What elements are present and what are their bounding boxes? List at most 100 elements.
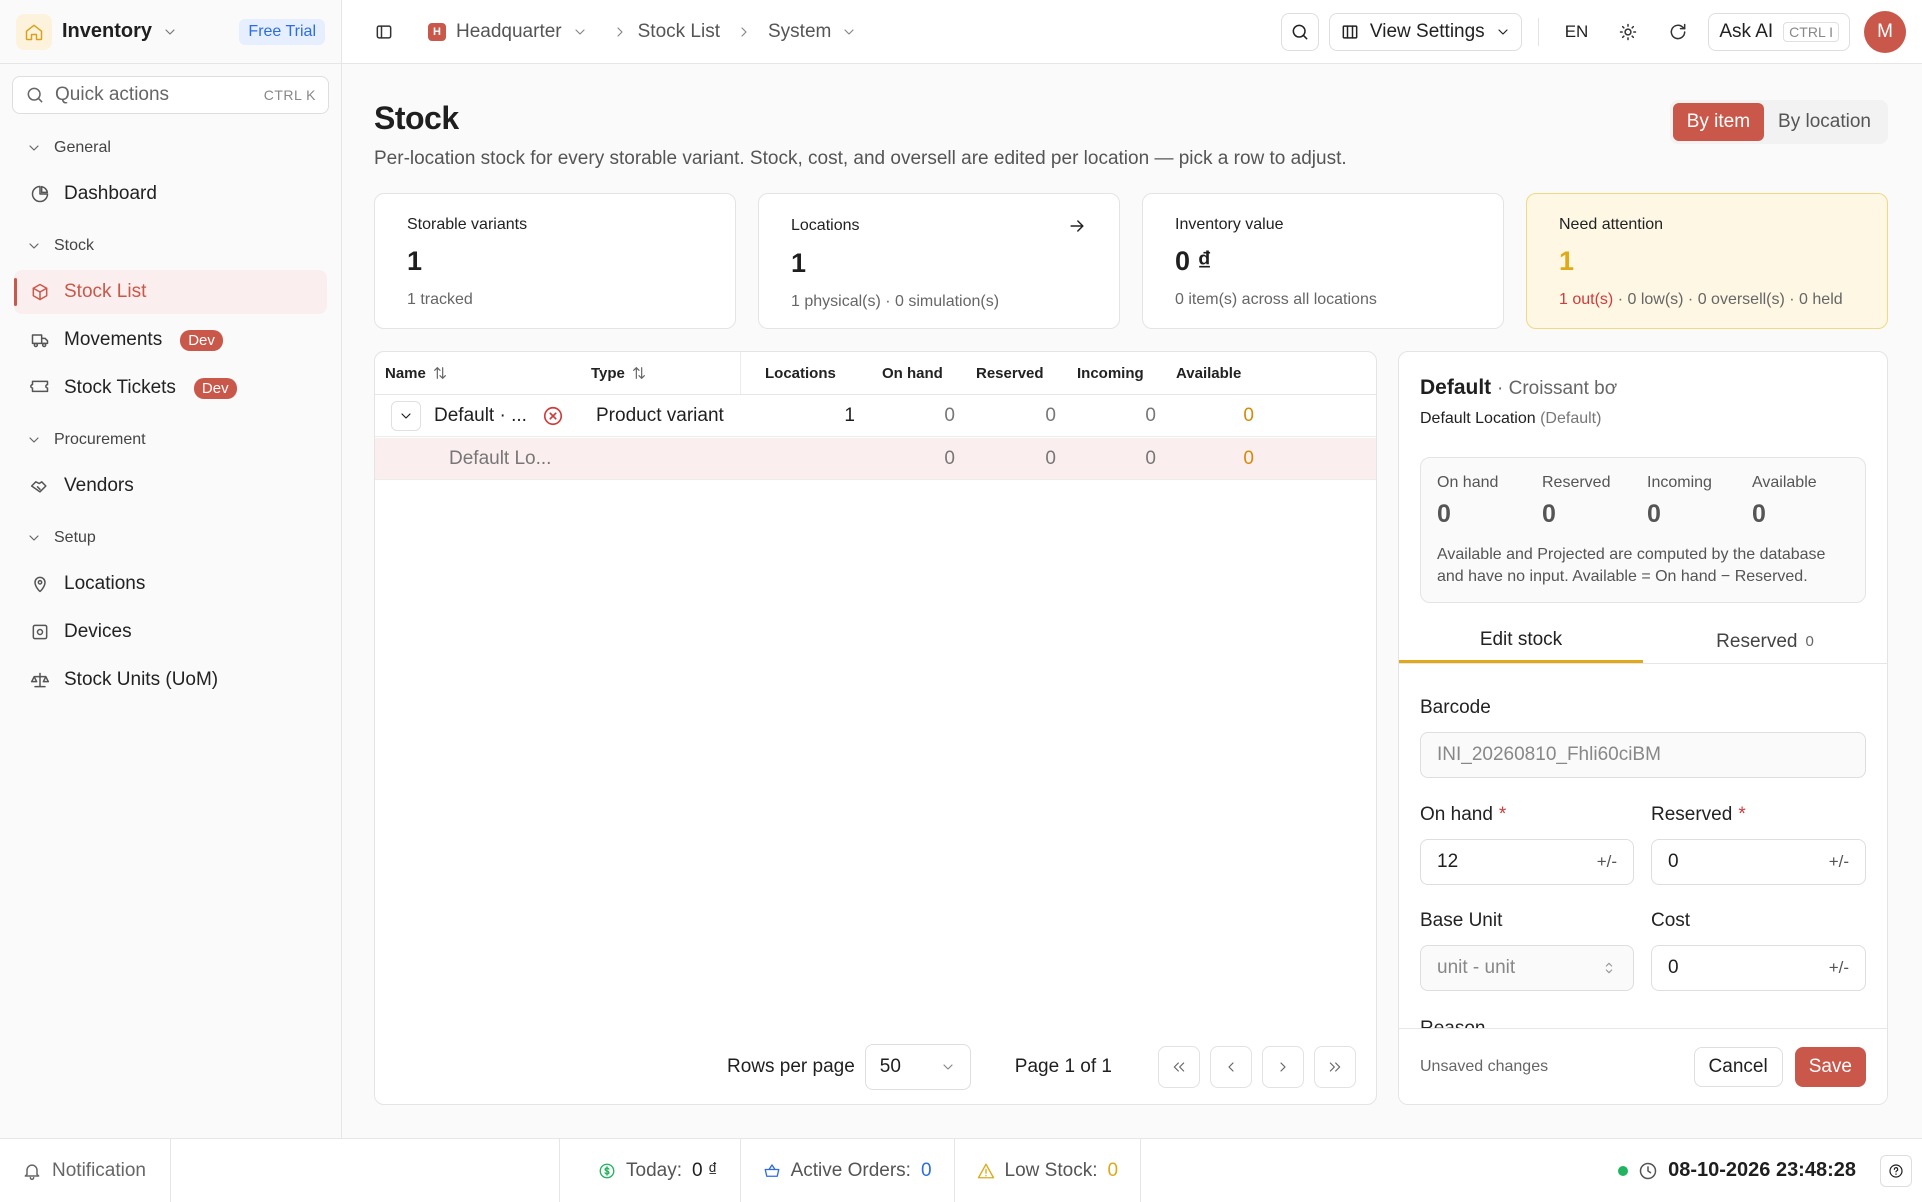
card-value: 1	[407, 246, 423, 276]
by-location-button[interactable]: By location	[1764, 103, 1885, 141]
sidebar-item-stock-list[interactable]: Stock List	[14, 270, 327, 314]
breadcrumb-headquarter[interactable]: Headquarter	[456, 21, 562, 43]
cell-reserved: 0	[1045, 405, 1056, 426]
ask-ai-label: Ask AI	[1719, 20, 1774, 42]
dev-badge: Dev	[193, 377, 237, 399]
card-label: Inventory value	[1175, 216, 1284, 233]
cost-value: 0	[1668, 957, 1679, 978]
sidebar-item-label: Devices	[64, 621, 132, 642]
next-page-button[interactable]	[1262, 1046, 1304, 1088]
card-label: Storable variants	[407, 216, 528, 233]
low-stock[interactable]: Low Stock: 0	[955, 1138, 1142, 1202]
group-label: General	[54, 139, 111, 156]
cancel-button[interactable]: Cancel	[1693, 1046, 1783, 1087]
help-icon	[1889, 1163, 1903, 1178]
notification-button[interactable]: Notification	[0, 1138, 171, 1202]
expand-row-button[interactable]	[391, 401, 421, 431]
card-value: 1	[1559, 246, 1575, 276]
tab-edit-stock[interactable]: Edit stock	[1399, 620, 1643, 663]
base-unit-select[interactable]: unit - unit	[1420, 945, 1634, 991]
sidebar-item-dashboard[interactable]: Dashboard	[14, 172, 327, 216]
sidebar-item-stock-units[interactable]: Stock Units (UoM)	[14, 658, 327, 702]
search-icon	[27, 87, 43, 103]
column-divider	[740, 352, 741, 394]
sidebar-item-movements[interactable]: Movements Dev	[14, 318, 327, 362]
col-header-incoming: Incoming	[1077, 364, 1144, 382]
free-trial-badge[interactable]: Free Trial	[239, 18, 325, 45]
group-label: Procurement	[54, 431, 146, 448]
search-button[interactable]	[1280, 12, 1319, 51]
quick-actions-shortcut: CTRL K	[263, 87, 316, 103]
chevron-down-icon[interactable]	[572, 24, 588, 40]
card-locations[interactable]: Locations 1 1 physical(s) · 0 simulation…	[758, 193, 1120, 329]
dev-badge: Dev	[180, 329, 223, 351]
col-header-name[interactable]: Name	[385, 352, 448, 394]
sidebar-item-label: Dashboard	[64, 183, 157, 204]
refresh-button[interactable]	[1658, 13, 1698, 51]
active-orders[interactable]: Active Orders: 0	[741, 1138, 955, 1202]
brand-switcher[interactable]: Inventory Free Trial	[0, 0, 341, 64]
sidebar-item-devices[interactable]: Devices	[14, 610, 327, 654]
avatar[interactable]: M	[1864, 10, 1906, 53]
view-settings-button[interactable]: View Settings	[1328, 12, 1522, 51]
col-header-type[interactable]: Type	[591, 352, 647, 394]
today-revenue: Today: 0 ₫	[560, 1138, 741, 1202]
by-item-button[interactable]: By item	[1672, 103, 1765, 141]
breadcrumb-system[interactable]: System	[768, 21, 831, 43]
refresh-icon	[1670, 23, 1686, 39]
reserved-value: 0	[1668, 851, 1679, 872]
sidebar-item-vendors[interactable]: Vendors	[14, 464, 327, 508]
breadcrumb-stock-list[interactable]: Stock List	[638, 21, 720, 43]
cell-reserved: 0	[1045, 448, 1056, 469]
prev-page-button[interactable]	[1210, 1046, 1252, 1088]
col-header-reserved: Reserved	[976, 364, 1044, 382]
group-setup[interactable]: Setup	[0, 514, 341, 562]
reserved-input[interactable]: 0 +/-	[1651, 839, 1866, 885]
clock-area: 08-10-2026 23:48:28	[1618, 1154, 1922, 1187]
base-unit-value: unit - unit	[1437, 957, 1516, 978]
card-label: Locations	[791, 217, 860, 234]
card-inventory-value: Inventory value 0 ₫ 0 item(s) across all…	[1142, 193, 1504, 329]
first-page-button[interactable]	[1158, 1046, 1200, 1088]
reserved-adjust-button[interactable]: +/-	[1829, 852, 1849, 872]
arrow-right-icon[interactable]	[1067, 216, 1087, 236]
table-row[interactable]: Default · ... Product variant 1 0 0 0 0	[375, 395, 1376, 437]
sidebar-item-label: Stock Units (UoM)	[64, 669, 219, 690]
divider	[1537, 17, 1539, 46]
tab-reserved[interactable]: Reserved 0	[1643, 620, 1887, 663]
chevrons-right-icon	[1329, 1062, 1341, 1072]
barcode-value: INI_20260810_Fhli60ciBM	[1437, 744, 1661, 765]
chevron-down-icon[interactable]	[841, 24, 857, 40]
panel-title: Default · Croissant bơ	[1420, 376, 1617, 400]
group-stock[interactable]: Stock	[0, 222, 341, 270]
table-row-selected[interactable]: Default Lo... 0 0 0 0	[375, 438, 1376, 480]
barcode-field: INI_20260810_Fhli60ciBM	[1420, 732, 1866, 778]
on-hand-input[interactable]: 12 +/-	[1420, 839, 1634, 885]
scale-icon	[30, 672, 50, 688]
on-hand-adjust-button[interactable]: +/-	[1597, 852, 1617, 872]
language-switch[interactable]: EN	[1555, 22, 1599, 42]
col-header-available: Available	[1176, 364, 1242, 382]
group-general[interactable]: General	[0, 124, 341, 172]
sidebar-item-stock-tickets[interactable]: Stock Tickets Dev	[14, 366, 327, 410]
group-procurement[interactable]: Procurement	[0, 416, 341, 464]
chevron-right-icon	[1280, 1062, 1286, 1072]
chevron-down-icon	[943, 1064, 953, 1070]
theme-toggle-button[interactable]	[1608, 13, 1648, 51]
rows-per-page-select[interactable]: 50	[864, 1044, 971, 1090]
chevron-down-icon	[29, 535, 39, 541]
help-button[interactable]	[1880, 1154, 1912, 1187]
card-sub: 0 item(s) across all locations	[1175, 291, 1377, 308]
sidebar-item-locations[interactable]: Locations	[14, 562, 327, 606]
cost-input[interactable]: 0 +/-	[1651, 945, 1866, 991]
save-button[interactable]: Save	[1794, 1046, 1866, 1087]
breadcrumb: H Headquarter Stock List System	[428, 21, 857, 43]
sort-icon	[433, 367, 446, 379]
pie-chart-icon	[31, 185, 49, 203]
toggle-sidebar-button[interactable]	[364, 13, 404, 51]
quick-actions-search[interactable]: Quick actions CTRL K	[12, 76, 329, 114]
ask-ai-button[interactable]: Ask AI CTRL I	[1708, 12, 1850, 51]
last-page-button[interactable]	[1314, 1046, 1356, 1088]
brand-name: Inventory	[62, 20, 153, 42]
cost-adjust-button[interactable]: +/-	[1829, 958, 1849, 978]
